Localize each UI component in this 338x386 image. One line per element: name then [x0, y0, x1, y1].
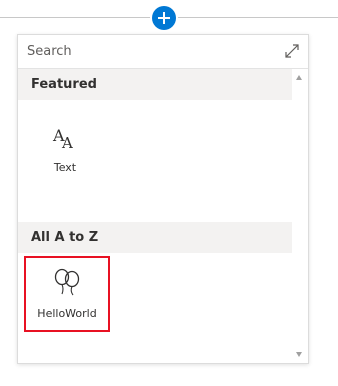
webpart-list: Featured A A Text All A to Z HelloWorld: [18, 69, 292, 363]
search-input[interactable]: [18, 35, 268, 68]
webpart-tile-label: HelloWorld: [37, 307, 97, 320]
webpart-tile-text[interactable]: A A Text: [22, 110, 108, 186]
text-icon: A A: [50, 122, 80, 152]
webpart-tile-label: Text: [53, 161, 77, 174]
webpart-picker-panel: Featured A A Text All A to Z: [17, 34, 309, 364]
svg-text:A: A: [61, 134, 73, 152]
canvas-stage: Featured A A Text All A to Z: [0, 0, 338, 386]
search-bar: [18, 35, 308, 69]
section-header-featured: Featured: [18, 69, 292, 100]
add-webpart-button[interactable]: [152, 6, 176, 30]
webpart-tile-helloworld[interactable]: HelloWorld: [24, 256, 110, 332]
balloons-icon: [52, 267, 82, 297]
expand-icon[interactable]: [284, 43, 300, 59]
section-header-all-a-to-z: All A to Z: [18, 222, 292, 253]
scrollbar[interactable]: [292, 69, 308, 363]
chevron-down-icon[interactable]: [296, 352, 302, 357]
plus-icon: [158, 12, 170, 24]
chevron-up-icon[interactable]: [296, 75, 302, 80]
